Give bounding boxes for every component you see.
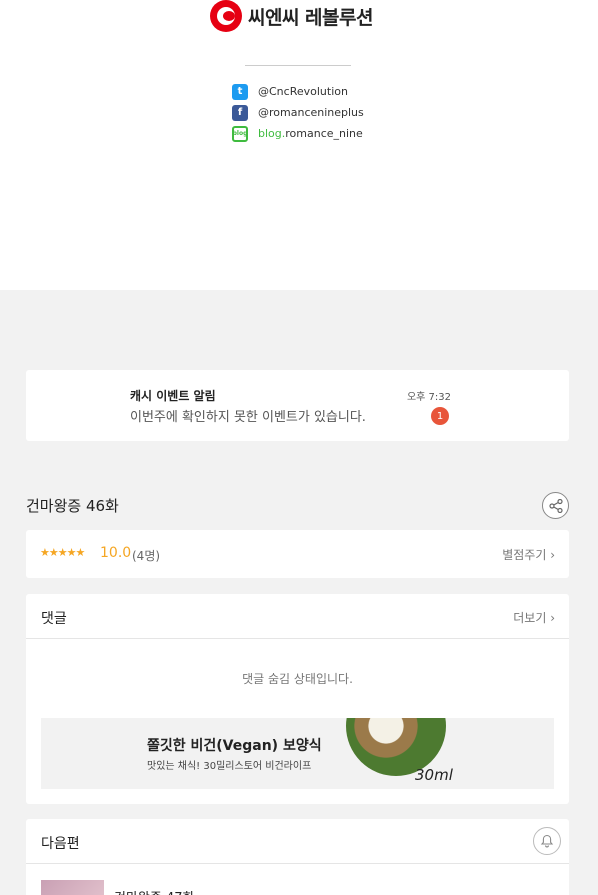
comments-card: 댓글 더보기 › 댓글 숨김 상태입니다. 쫄깃한 비건(Vegan) 보양식 … [26, 594, 569, 804]
social-links: t @CncRevolution f @romancenineplus blog… [232, 81, 364, 144]
notice-message: 이번주에 확인하지 못한 이벤트가 있습니다. [130, 410, 366, 425]
star-rating: ★★★★★ [40, 546, 85, 559]
brand-logo[interactable]: 씨엔씨 레볼루션 [210, 0, 373, 32]
facebook-icon: f [232, 104, 248, 121]
notice-badge: 1 [431, 407, 449, 425]
rating-card: ★★★★★ 10.0 (4명) 별점주기 › [26, 530, 569, 578]
notice-time: 오후 7:32 [406, 392, 451, 403]
next-episode-thumbnail[interactable] [41, 880, 104, 895]
share-button[interactable] [542, 492, 569, 519]
twitter-handle: @CncRevolution [258, 85, 348, 98]
next-title: 다음편 [41, 836, 80, 852]
next-header: 다음편 [26, 819, 569, 864]
blog-prefix: blog. [258, 127, 286, 140]
divider [245, 65, 351, 66]
next-episode-title[interactable]: 건마왕증 47화 [114, 887, 194, 895]
ad-banner[interactable]: 쫄깃한 비건(Vegan) 보양식 맛있는 채식! 30밀리스토어 비건라이프 … [41, 718, 554, 789]
notify-button[interactable] [533, 827, 561, 855]
twitter-icon: t [232, 83, 248, 100]
blog-icon: blog [232, 125, 248, 142]
rating-score: 10.0 [100, 545, 132, 561]
comments-title: 댓글 [41, 611, 67, 627]
brand-name: 씨엔씨 레볼루션 [248, 6, 373, 29]
comments-more-link[interactable]: 더보기 › [513, 609, 555, 626]
ad-title: 쫄깃한 비건(Vegan) 보양식 [147, 738, 322, 754]
rating-count: (4명) [132, 549, 161, 563]
next-episode-card: 다음편 건마왕증 47화 [26, 819, 569, 895]
facebook-handle: @romancenineplus [258, 106, 364, 119]
social-twitter-link[interactable]: t @CncRevolution [232, 81, 364, 102]
brand-footer: 씨엔씨 레볼루션 t @CncRevolution f @romancenine… [0, 0, 598, 290]
brand-logo-mark [210, 0, 242, 32]
social-blog-link[interactable]: blog blog. romance_nine [232, 123, 364, 144]
blog-handle: romance_nine [285, 127, 363, 140]
notice-title: 캐시 이벤트 알림 [130, 389, 216, 403]
comments-hidden-message: 댓글 숨김 상태입니다. [242, 672, 353, 686]
cash-event-notice[interactable]: 캐시 이벤트 알림 이번주에 확인하지 못한 이벤트가 있습니다. 오후 7:3… [26, 370, 569, 441]
rate-button[interactable]: 별점주기 › [502, 546, 555, 563]
share-icon [548, 498, 563, 513]
episode-title: 건마왕증 46화 [26, 497, 119, 515]
ad-brand-sign: 30ml [415, 766, 453, 784]
bell-icon [540, 834, 554, 848]
comments-header: 댓글 더보기 › [26, 594, 569, 639]
ad-subtitle: 맛있는 채식! 30밀리스토어 비건라이프 [147, 761, 312, 772]
social-facebook-link[interactable]: f @romancenineplus [232, 102, 364, 123]
